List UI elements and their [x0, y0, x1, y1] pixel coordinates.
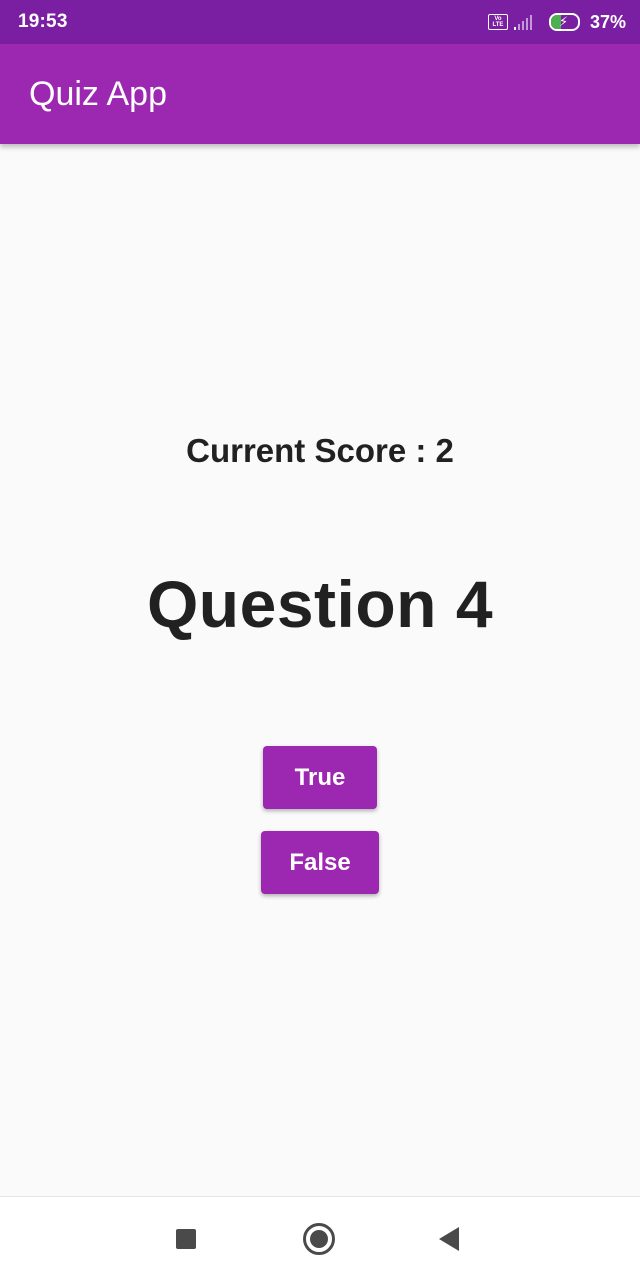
app-title: Quiz App	[29, 74, 167, 113]
false-button[interactable]: False	[261, 831, 379, 894]
signal-icon	[513, 14, 532, 30]
navigation-bar	[0, 1196, 640, 1280]
recent-apps-square-icon[interactable]	[176, 1229, 196, 1249]
status-icons: Vo LTE ⚡ 37%	[487, 11, 626, 33]
volte-bottom-text: LTE	[492, 22, 504, 28]
battery-percent: 37%	[589, 11, 626, 32]
status-time: 19:53	[18, 11, 68, 32]
charging-bolt-icon: ⚡	[558, 14, 569, 29]
status-bar: 19:53 Vo LTE ⚡ 37%	[0, 0, 640, 44]
question-title: Question 4	[146, 567, 494, 641]
current-score: Current Score : 2	[186, 432, 454, 469]
volte-icon: Vo LTE	[487, 14, 508, 30]
back-triangle-icon[interactable]	[439, 1227, 459, 1251]
battery-icon: ⚡	[546, 13, 582, 31]
home-circle-icon[interactable]	[303, 1223, 335, 1255]
app-bar: Quiz App	[0, 44, 640, 144]
true-button[interactable]: True	[263, 746, 377, 809]
